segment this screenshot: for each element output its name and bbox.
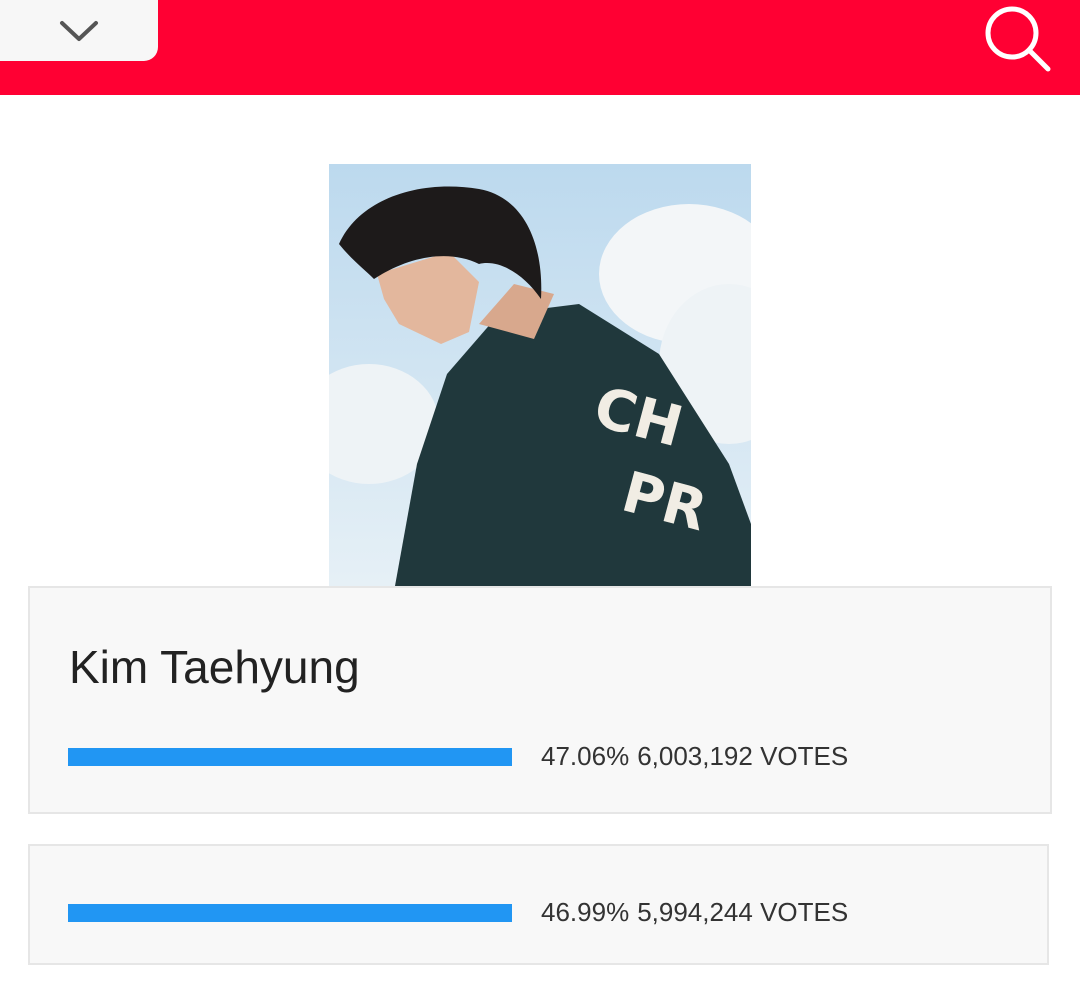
vote-result-row: 46.99% 5,994,244 VOTES xyxy=(68,897,848,928)
vote-percentage: 47.06% xyxy=(541,741,630,771)
vote-stats: 47.06% 6,003,192 VOTES xyxy=(541,741,848,772)
vote-count: 6,003,192 VOTES xyxy=(637,741,849,771)
search-button[interactable] xyxy=(978,2,1058,76)
vote-result-row: 47.06% 6,003,192 VOTES xyxy=(68,741,848,772)
vote-progress-fill xyxy=(68,903,512,922)
candidate-card[interactable]: 46.99% 5,994,244 VOTES xyxy=(28,844,1049,965)
vote-progress-bar xyxy=(68,747,512,766)
dropdown-toggle-button[interactable] xyxy=(0,0,158,61)
vote-stats: 46.99% 5,994,244 VOTES xyxy=(541,897,848,928)
vote-progress-bar xyxy=(68,903,512,922)
candidate-card[interactable]: Kim Taehyung 47.06% 6,003,192 VOTES xyxy=(28,586,1052,814)
top-header-bar xyxy=(0,0,1080,95)
candidate-name: Kim Taehyung xyxy=(69,641,360,693)
vote-progress-fill xyxy=(68,747,512,766)
candidate-photo: CH PR xyxy=(329,164,751,586)
vote-percentage: 46.99% xyxy=(541,897,630,927)
search-icon xyxy=(985,6,1051,72)
chevron-down-icon xyxy=(60,20,98,41)
vote-count: 5,994,244 VOTES xyxy=(637,897,849,927)
